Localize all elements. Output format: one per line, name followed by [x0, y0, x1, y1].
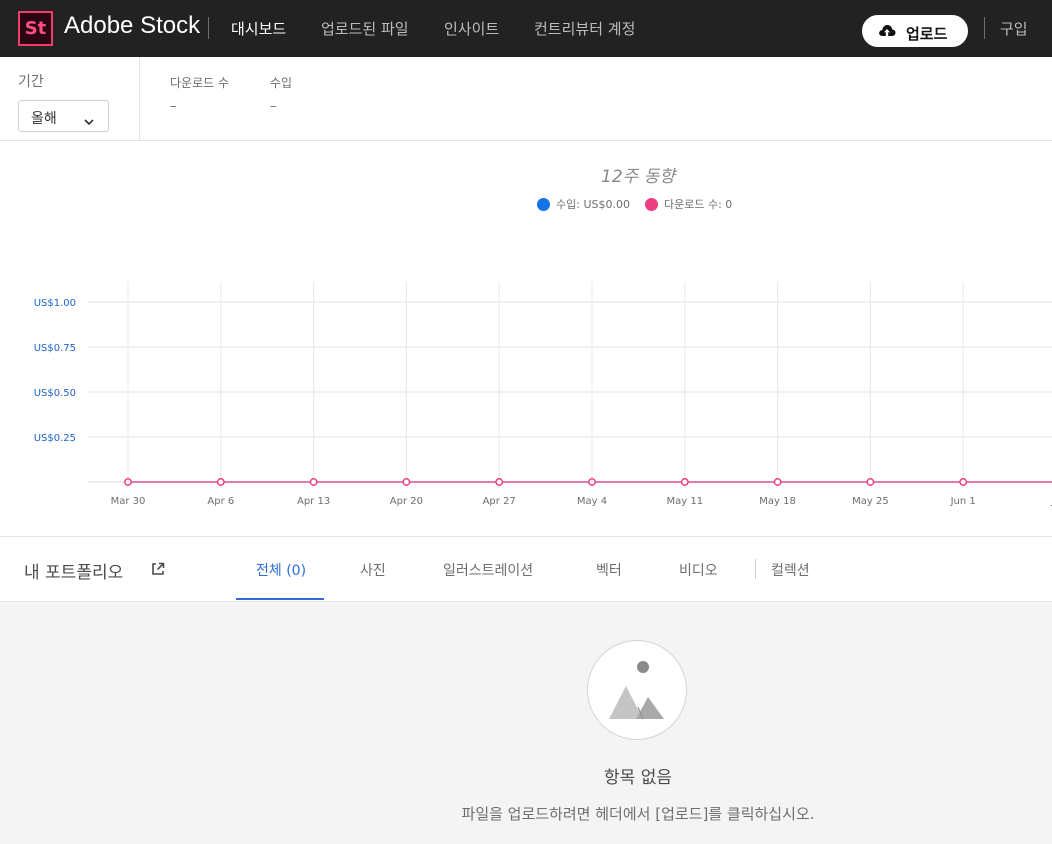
y-axis-tick-label: US$0.50: [34, 388, 76, 399]
nav-divider: [984, 17, 985, 39]
legend-downloads[interactable]: 다운로드 수: 0: [645, 196, 732, 212]
cloud-upload-icon: [878, 23, 896, 43]
tab-illustrations[interactable]: 일러스트레이션: [443, 560, 533, 580]
nav-dashboard[interactable]: 대시보드: [231, 18, 286, 39]
tab-collections[interactable]: 컬렉션: [771, 560, 810, 580]
adobe-stock-logo[interactable]: St: [18, 11, 53, 46]
portfolio-title: 내 포트폴리오: [24, 563, 124, 583]
x-axis-tick-label: Apr 6: [207, 496, 234, 507]
data-point: [959, 478, 968, 486]
legend-revenue[interactable]: 수입: US$0.00: [537, 196, 630, 212]
chart-title: 12주 동향: [601, 167, 675, 187]
data-point: [216, 478, 225, 486]
tab-all[interactable]: 전체 (0): [256, 560, 306, 580]
tab-videos[interactable]: 비디오: [679, 560, 718, 580]
stats-divider: [139, 57, 140, 141]
y-axis-tick-label: US$0.25: [34, 433, 76, 444]
x-axis-tick-label: Apr 27: [483, 496, 516, 507]
active-tab-indicator: [236, 598, 324, 600]
trend-line-chart: US$1.00 US$0.75 US$0.50 US$0.25 Mar 30 Apr 6 A…: [34, 282, 1052, 507]
upload-button[interactable]: 업로드: [862, 15, 968, 47]
y-axis-tick-label: US$1.00: [34, 298, 76, 309]
y-axis-tick-label: US$0.75: [34, 343, 76, 354]
x-axis-tick-label: May 25: [852, 496, 889, 507]
period-selected-value: 올해: [31, 111, 57, 127]
top-navigation-bar: St Adobe Stock 대시보드 업로드된 파일 인사이트 컨트리뷰터 계…: [0, 0, 1052, 57]
legend-revenue-swatch: [537, 198, 550, 211]
x-axis-tick-label: Mar 30: [111, 496, 146, 507]
data-point: [866, 478, 875, 486]
nav-insights[interactable]: 인사이트: [444, 18, 499, 39]
data-point: [124, 478, 132, 486]
upload-button-label: 업로드: [906, 26, 948, 43]
empty-image-icon: [587, 640, 687, 740]
brand-name[interactable]: Adobe Stock: [64, 12, 200, 40]
tab-divider: [755, 559, 756, 579]
empty-state-description: 파일을 업로드하려면 헤더에서 [업로드]를 클릭하십시오.: [461, 805, 815, 823]
period-label: 기간: [18, 74, 44, 90]
chevron-down-icon: [84, 111, 94, 130]
data-point: [309, 478, 318, 486]
revenue-label: 수입: [270, 76, 293, 90]
nav-contributor-account[interactable]: 컨트리뷰터 계정: [534, 18, 635, 39]
data-point: [402, 478, 411, 486]
period-dropdown[interactable]: 올해: [18, 100, 109, 132]
legend-downloads-text: 다운로드 수: 0: [664, 198, 733, 211]
legend-revenue-text: 수입: US$0.00: [556, 198, 630, 211]
x-axis-tick-label: Apr 13: [297, 496, 330, 507]
buy-link[interactable]: 구입: [1000, 18, 1028, 39]
data-point: [773, 478, 782, 486]
nav-divider: [208, 17, 209, 39]
tab-vectors[interactable]: 벡터: [596, 560, 622, 580]
tab-photos[interactable]: 사진: [360, 560, 386, 580]
x-axis-tick-label: Apr 20: [390, 496, 423, 507]
x-axis-tick-label: May 4: [577, 496, 607, 507]
legend-downloads-swatch: [645, 198, 658, 211]
data-point: [495, 478, 504, 486]
revenue-value: –: [270, 99, 277, 114]
downloads-label: 다운로드 수: [170, 76, 230, 90]
portfolio-tab-bar: 내 포트폴리오 전체 (0) 사진 일러스트레이션 벡터 비디오 컬렉션: [0, 537, 1052, 602]
empty-state-title: 항목 없음: [604, 768, 672, 788]
x-axis-tick-label: May 11: [667, 496, 704, 507]
external-link-icon[interactable]: [150, 561, 166, 581]
x-axis-tick-label: May 18: [759, 496, 796, 507]
data-point: [588, 478, 596, 486]
stats-panel: 기간 올해 다운로드 수 – 수입 –: [0, 57, 1052, 141]
data-point: [680, 478, 689, 486]
nav-uploaded-files[interactable]: 업로드된 파일: [321, 18, 409, 39]
downloads-value: –: [170, 99, 177, 114]
x-axis-tick-label: Jun 1: [950, 496, 976, 507]
